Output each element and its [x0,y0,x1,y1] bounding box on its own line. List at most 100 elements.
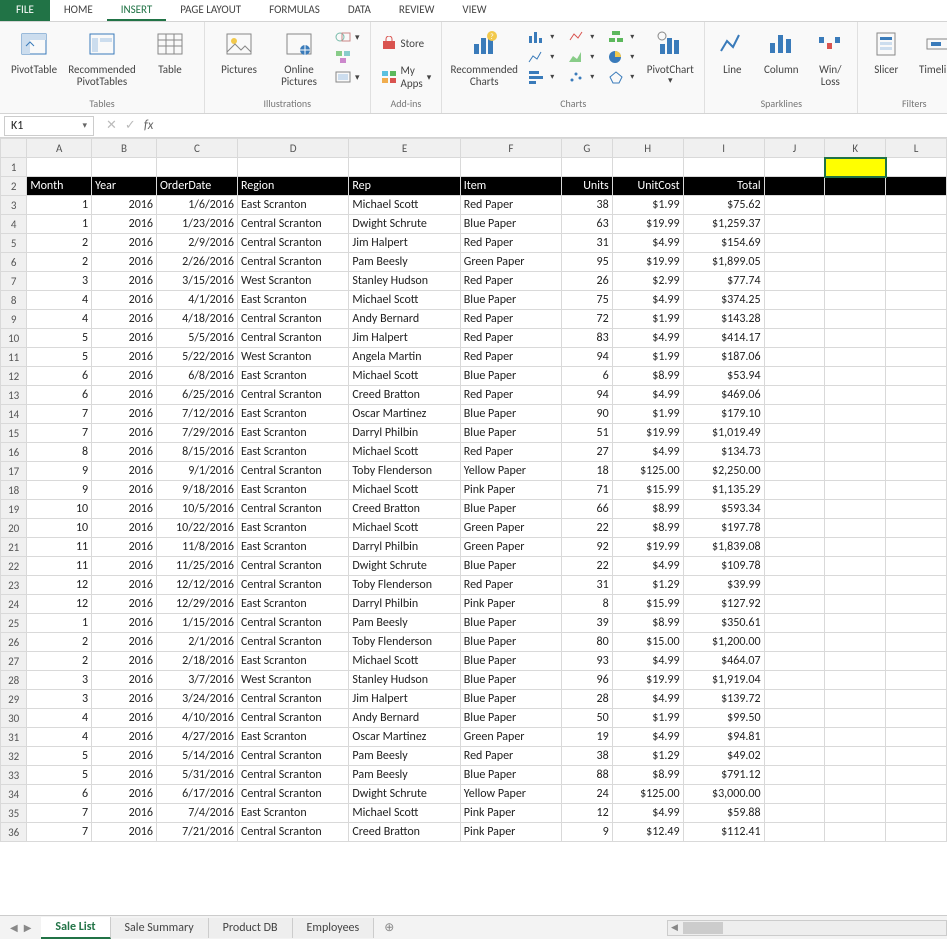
cell[interactable]: 12/29/2016 [156,595,237,614]
cell[interactable]: 63 [562,215,613,234]
cell[interactable]: 5/14/2016 [156,747,237,766]
cell[interactable] [825,690,886,709]
cell[interactable]: 2016 [92,291,157,310]
cell[interactable]: Green Paper [460,519,561,538]
cell[interactable]: Central Scranton [237,557,348,576]
cell[interactable] [886,804,947,823]
cell[interactable]: 10 [27,500,92,519]
cell[interactable]: Blue Paper [460,709,561,728]
cell[interactable] [764,462,825,481]
cell[interactable] [886,614,947,633]
column-header[interactable]: L [886,139,947,158]
cell[interactable]: Jim Halpert [349,690,460,709]
cell[interactable]: Central Scranton [237,614,348,633]
cell[interactable] [156,158,237,177]
cell[interactable] [349,158,460,177]
cell[interactable]: 2016 [92,310,157,329]
cell[interactable]: 3 [27,671,92,690]
cell[interactable]: Darryl Philbin [349,538,460,557]
cell[interactable] [886,595,947,614]
cell[interactable]: Michael Scott [349,367,460,386]
row-header[interactable]: 24 [1,595,27,614]
row-header[interactable]: 13 [1,386,27,405]
chart-line-button[interactable]: ▾ [524,48,558,66]
recommended-pivottables-button[interactable]: Recommended PivotTables [66,24,138,88]
cell[interactable]: $4.99 [612,329,683,348]
cell[interactable]: $139.72 [683,690,764,709]
sheet-nav-prev-icon[interactable]: ◀ [10,921,18,934]
cell[interactable] [764,595,825,614]
cell[interactable]: Michael Scott [349,291,460,310]
formula-input[interactable] [159,116,947,136]
cell[interactable]: 2016 [92,462,157,481]
cell[interactable]: $1.99 [612,196,683,215]
cell[interactable] [825,652,886,671]
cell[interactable]: Michael Scott [349,519,460,538]
cell[interactable]: 3/24/2016 [156,690,237,709]
header-cell[interactable]: Year [92,177,157,196]
cell[interactable]: 2016 [92,253,157,272]
cell[interactable] [825,310,886,329]
cell[interactable] [886,709,947,728]
cell[interactable]: $8.99 [612,766,683,785]
cell[interactable] [825,158,886,177]
cell[interactable]: Red Paper [460,196,561,215]
cell[interactable]: 50 [562,709,613,728]
row-header[interactable]: 18 [1,481,27,500]
cell[interactable]: Pam Beesly [349,747,460,766]
cell[interactable]: 1 [27,196,92,215]
cell[interactable]: Central Scranton [237,329,348,348]
cell[interactable]: 72 [562,310,613,329]
chart-pie-button[interactable]: ▾ [604,48,638,66]
cell[interactable]: 3 [27,272,92,291]
cell[interactable]: $19.99 [612,253,683,272]
cell[interactable]: Blue Paper [460,766,561,785]
cell[interactable] [825,747,886,766]
header-cell[interactable]: Item [460,177,561,196]
tab-home[interactable]: HOME [50,0,107,21]
row-header[interactable]: 4 [1,215,27,234]
cell[interactable]: 4 [27,291,92,310]
cell[interactable]: $1,839.08 [683,538,764,557]
cell[interactable] [92,158,157,177]
row-header[interactable]: 9 [1,310,27,329]
cell[interactable]: Pink Paper [460,804,561,823]
cell[interactable] [764,652,825,671]
cell[interactable] [886,405,947,424]
cell[interactable]: Central Scranton [237,709,348,728]
horizontal-scrollbar[interactable]: ◀ [667,920,947,936]
cell[interactable]: 5/31/2016 [156,766,237,785]
cell[interactable]: 2016 [92,481,157,500]
cell[interactable] [825,367,886,386]
cell[interactable] [27,158,92,177]
cell[interactable]: 94 [562,348,613,367]
cell[interactable]: 2016 [92,329,157,348]
pivotchart-button[interactable]: PivotChart▾ [642,24,698,86]
cell[interactable]: $12.49 [612,823,683,842]
row-header[interactable]: 6 [1,253,27,272]
cell[interactable]: 2016 [92,633,157,652]
row-header[interactable]: 36 [1,823,27,842]
cell[interactable]: $39.99 [683,576,764,595]
sheet-tab-sale-summary[interactable]: Sale Summary [111,918,209,938]
cell[interactable] [886,576,947,595]
cell[interactable] [825,424,886,443]
cell[interactable]: 80 [562,633,613,652]
cell[interactable]: 2/9/2016 [156,234,237,253]
sheet-tab-product-db[interactable]: Product DB [209,918,293,938]
cell[interactable] [825,728,886,747]
header-cell[interactable]: Rep [349,177,460,196]
cell[interactable]: $59.88 [683,804,764,823]
cell[interactable]: $4.99 [612,557,683,576]
cell[interactable] [825,291,886,310]
cell[interactable]: 7 [27,424,92,443]
cell[interactable]: 22 [562,557,613,576]
cell[interactable] [886,234,947,253]
row-header[interactable]: 14 [1,405,27,424]
cell[interactable]: Pam Beesly [349,253,460,272]
cell[interactable]: $8.99 [612,367,683,386]
cell[interactable]: 2016 [92,272,157,291]
cell[interactable] [825,500,886,519]
column-header[interactable]: F [460,139,561,158]
cell[interactable]: 5/5/2016 [156,329,237,348]
